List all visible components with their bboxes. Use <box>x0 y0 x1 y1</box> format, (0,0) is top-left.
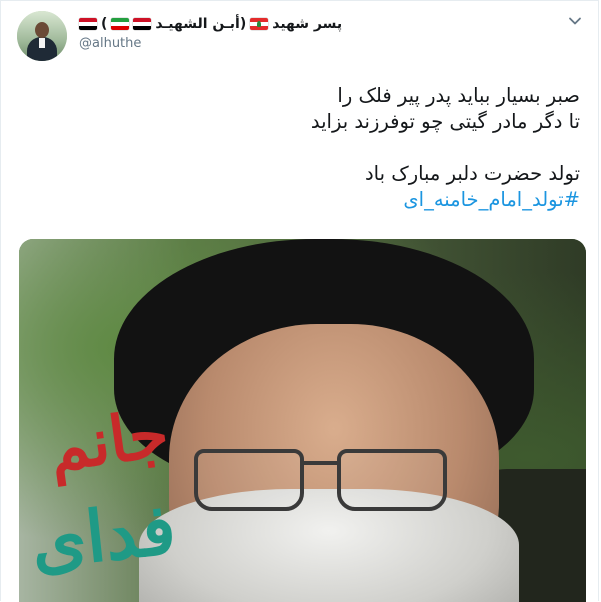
tweet-line-3: تولد حضرت دلبر مبارک باد <box>364 162 580 185</box>
author-name[interactable]: پسر شهید (أبـن الشهيـد ) <box>79 14 342 34</box>
avatar-head <box>35 22 49 38</box>
author-name-part1: پسر شهید <box>272 16 343 32</box>
avatar-collar <box>39 38 45 48</box>
image-glasses-right <box>337 449 447 511</box>
author-name-part2: (أبـن الشهيـد <box>155 16 247 32</box>
iran-flag-icon <box>111 18 130 30</box>
chevron-down-icon[interactable] <box>568 14 582 28</box>
iraq-flag-icon <box>79 18 97 30</box>
tweet-line-1: صبر بسیار بباید پدر پیر فلک را <box>337 84 580 107</box>
yemen-flag-icon <box>133 18 152 30</box>
image-beard <box>139 489 519 602</box>
author-handle[interactable]: @alhuthe <box>79 36 141 51</box>
tweet-line-2: تا دگر مادر گیتی چو توفرزند بزاید <box>310 110 580 133</box>
image-glasses-left <box>194 449 304 511</box>
hashtag-link[interactable]: #تولد_امام_خامنه_ای <box>403 188 580 211</box>
author-name-paren: ) <box>101 16 108 32</box>
tweet-card[interactable]: پسر شهید (أبـن الشهيـد ) @alhuthe صبر بس… <box>0 0 599 602</box>
avatar[interactable] <box>17 11 67 61</box>
image-glasses-bridge <box>302 461 338 465</box>
lebanon-flag-icon <box>250 18 269 30</box>
tweet-image[interactable]: جانم فدای <box>19 239 586 602</box>
tweet-text: صبر بسیار بباید پدر پیر فلک را تا دگر ما… <box>60 83 580 213</box>
tweet-spacer <box>60 135 580 161</box>
image-calligraphy-teal: فدای <box>27 486 180 585</box>
